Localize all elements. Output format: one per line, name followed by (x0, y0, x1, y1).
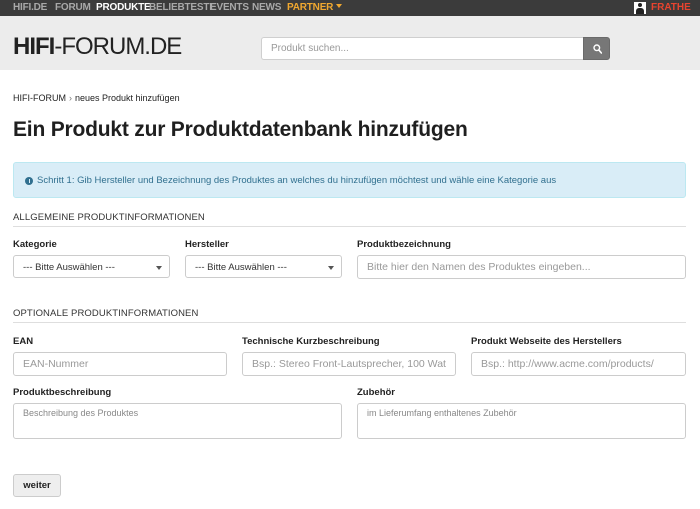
description-label: Produktbeschreibung (13, 387, 112, 398)
product-name-input[interactable] (357, 255, 686, 279)
page-title: Ein Produkt zur Produktdatenbank hinzufü… (13, 118, 468, 141)
nav-item-news[interactable]: NEWS (252, 1, 281, 15)
nav-item-forum[interactable]: FORUM (55, 1, 91, 15)
ean-input[interactable] (13, 352, 227, 376)
breadcrumb: HIFI-FORUM › neues Produkt hinzufügen (13, 93, 180, 103)
user-menu[interactable]: FRATHE (634, 1, 691, 15)
top-navigation: HIFI.DE FORUM PRODUKTE BELIEBTESTE EVENT… (0, 0, 700, 16)
section-divider (13, 226, 686, 227)
user-name: FRATHE (651, 2, 691, 13)
section-divider (13, 322, 686, 323)
manufacturer-select-value: --- Bitte Auswählen --- (195, 262, 287, 273)
search-icon (593, 44, 602, 54)
section-title-general: ALLGEMEINE PRODUKTINFORMATIONEN (13, 212, 205, 223)
accessories-textarea[interactable] (357, 403, 686, 439)
accessories-label: Zubehör (357, 387, 395, 398)
section-title-optional: OPTIONALE PRODUKTINFORMATIONEN (13, 308, 199, 319)
chevron-down-icon (328, 266, 334, 270)
logo-bold-part: HIFI (13, 33, 55, 60)
logo-rest-part: -FORUM.DE (54, 33, 182, 60)
nav-item-produkte[interactable]: PRODUKTE (96, 1, 151, 15)
chevron-down-icon (336, 4, 343, 8)
submit-button[interactable]: weiter (13, 474, 61, 497)
manufacturer-website-input[interactable] (471, 352, 686, 376)
breadcrumb-separator: › (69, 93, 72, 103)
manufacturer-website-label: Produkt Webseite des Herstellers (471, 336, 622, 347)
manufacturer-select[interactable]: --- Bitte Auswählen --- (185, 255, 342, 278)
nav-item-hifi-de[interactable]: HIFI.DE (13, 1, 47, 15)
short-description-input[interactable] (242, 352, 456, 376)
search-box (261, 37, 610, 60)
product-name-label: Produktbezeichnung (357, 239, 451, 250)
breadcrumb-home-link[interactable]: HIFI-FORUM (13, 93, 66, 103)
info-alert: Schritt 1: Gib Hersteller und Bezeichnun… (13, 162, 686, 198)
site-logo[interactable]: HIFI-FORUM.DE (13, 33, 182, 60)
nav-item-beliebteste[interactable]: BELIEBTESTE (149, 1, 216, 15)
nav-item-partner[interactable]: PARTNER (287, 1, 343, 15)
nav-item-events[interactable]: EVENTS (210, 1, 249, 15)
nav-item-partner-label: PARTNER (287, 2, 334, 13)
category-select-value: --- Bitte Auswählen --- (23, 262, 115, 273)
info-icon (25, 177, 33, 185)
site-header: HIFI-FORUM.DE (0, 16, 700, 70)
description-textarea[interactable] (13, 403, 342, 439)
avatar (634, 2, 646, 14)
category-label: Kategorie (13, 239, 57, 250)
search-button[interactable] (583, 37, 610, 60)
breadcrumb-current: neues Produkt hinzufügen (75, 93, 180, 103)
short-description-label: Technische Kurzbeschreibung (242, 336, 380, 347)
chevron-down-icon (156, 266, 162, 270)
manufacturer-label: Hersteller (185, 239, 229, 250)
ean-label: EAN (13, 336, 34, 347)
search-input[interactable] (261, 37, 583, 60)
alert-text: Schritt 1: Gib Hersteller und Bezeichnun… (37, 175, 557, 186)
category-select[interactable]: --- Bitte Auswählen --- (13, 255, 170, 278)
